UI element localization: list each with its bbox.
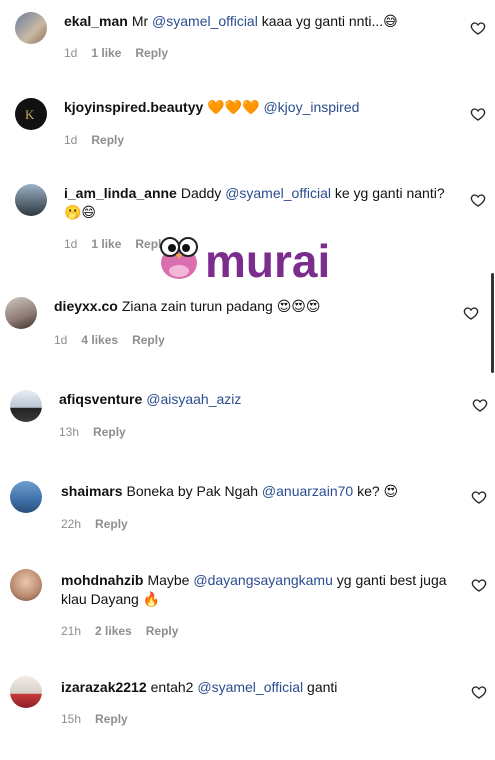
comment-username[interactable]: shaimars xyxy=(61,483,122,499)
mention-link[interactable]: @anuarzain70 xyxy=(262,483,353,499)
comment-text: afiqsventure @aisyaah_aziz xyxy=(59,390,459,409)
reply-button[interactable]: Reply xyxy=(132,333,165,347)
comment-username[interactable]: dieyxx.co xyxy=(54,298,118,314)
heart-icon[interactable] xyxy=(470,192,486,208)
reply-button[interactable]: Reply xyxy=(135,46,168,60)
like-count[interactable]: 1 like xyxy=(91,237,121,251)
comment-meta: 15h Reply xyxy=(61,712,142,726)
avatar[interactable] xyxy=(10,569,42,601)
reply-button[interactable]: Reply xyxy=(95,712,128,726)
comment-text: kjoyinspired.beautyy 🧡🧡🧡 @kjoy_inspired xyxy=(64,99,360,115)
reply-button[interactable]: Reply xyxy=(95,517,128,531)
avatar[interactable]: K xyxy=(15,98,47,130)
watermark-logo: murai xyxy=(157,233,357,287)
watermark-text: murai xyxy=(205,235,330,285)
comment-time: 13h xyxy=(59,425,80,439)
comment-time: 1d xyxy=(64,237,78,251)
comment-time: 21h xyxy=(61,624,82,638)
comment-username[interactable]: mohdnahzib xyxy=(61,572,143,588)
comment-time: 1d xyxy=(64,46,78,60)
comment-text: dieyxx.co Ziana zain turun padang 😍😍😍 xyxy=(54,298,321,314)
comment-meta: 1d 1 like Reply xyxy=(64,46,182,60)
comment-text: mohdnahzib Maybe @dayangsayangkamu yg gan… xyxy=(61,572,447,607)
comment-meta: 1d 4 likes Reply xyxy=(54,333,179,347)
mention-link[interactable]: @aisyaah_aziz xyxy=(146,391,241,407)
heart-icon[interactable] xyxy=(470,20,486,36)
comment-username[interactable]: ekal_man xyxy=(64,13,128,29)
heart-icon[interactable] xyxy=(472,397,488,413)
heart-icon[interactable] xyxy=(471,489,487,505)
avatar[interactable] xyxy=(5,297,37,329)
owl-logo-icon: murai xyxy=(160,235,330,287)
comment-time: 1d xyxy=(54,333,68,347)
avatar[interactable] xyxy=(10,481,42,513)
reply-button[interactable]: Reply xyxy=(91,133,124,147)
comment-time: 15h xyxy=(61,712,82,726)
comment-meta: 13h Reply xyxy=(59,425,140,439)
heart-icon[interactable] xyxy=(463,305,479,321)
comment-username[interactable]: kjoyinspired.beautyy xyxy=(64,99,203,115)
svg-text:K: K xyxy=(25,107,35,122)
reply-button[interactable]: Reply xyxy=(146,624,179,638)
reply-button[interactable]: Reply xyxy=(93,425,126,439)
like-count[interactable]: 2 likes xyxy=(95,624,132,638)
mention-link[interactable]: @dayangsayangkamu xyxy=(193,572,333,588)
mention-link[interactable]: @syamel_official xyxy=(225,185,331,201)
comment-username[interactable]: izarazak2212 xyxy=(61,679,147,695)
comment-text: ekal_man Mr @syamel_official kaaa yg gant… xyxy=(64,13,398,29)
brand-logo-icon: K xyxy=(25,107,35,122)
comment-username[interactable]: i_am_linda_anne xyxy=(64,185,177,201)
heart-icon[interactable] xyxy=(471,684,487,700)
comment-meta: 1d Reply xyxy=(64,133,138,147)
comment-time: 1d xyxy=(64,133,78,147)
heart-icon[interactable] xyxy=(471,577,487,593)
mention-link[interactable]: @kjoy_inspired xyxy=(263,99,359,115)
comment-text: i_am_linda_anne Daddy @syamel_official ke… xyxy=(64,185,445,220)
mention-link[interactable]: @syamel_official xyxy=(152,13,258,29)
like-count[interactable]: 1 like xyxy=(91,46,121,60)
comment-text: izarazak2212 entah2 @syamel_official gant… xyxy=(61,679,338,695)
like-count[interactable]: 4 likes xyxy=(81,333,118,347)
comment-time: 22h xyxy=(61,517,82,531)
avatar[interactable] xyxy=(15,12,47,44)
avatar[interactable] xyxy=(10,676,42,708)
avatar[interactable] xyxy=(10,390,42,422)
comment-meta: 21h 2 likes Reply xyxy=(61,624,192,638)
comment-username[interactable]: afiqsventure xyxy=(59,391,142,407)
comment-text: shaimars Boneka by Pak Ngah @anuarzain70 … xyxy=(61,483,399,499)
avatar[interactable] xyxy=(15,184,47,216)
comment-meta: 22h Reply xyxy=(61,517,142,531)
heart-icon[interactable] xyxy=(470,106,486,122)
scrollbar[interactable] xyxy=(491,273,494,373)
mention-link[interactable]: @syamel_official xyxy=(197,679,303,695)
